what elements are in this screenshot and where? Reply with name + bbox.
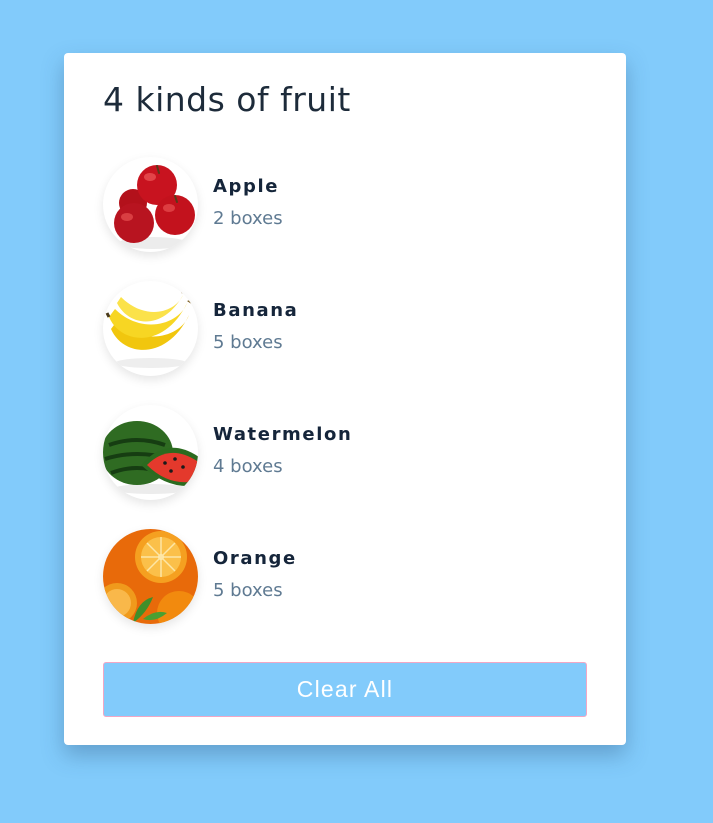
fruit-item-banana[interactable]: Banana 5 boxes [103, 281, 583, 377]
orange-icon [103, 529, 198, 624]
card-title: 4 kinds of fruit [103, 80, 351, 119]
fruit-quantity: 2 boxes [213, 208, 283, 229]
fruit-name: Banana [213, 300, 299, 321]
apple-icon [103, 157, 198, 252]
fruit-quantity: 4 boxes [213, 456, 283, 477]
clear-all-button[interactable]: Clear All [103, 662, 587, 717]
fruit-item-apple[interactable]: Apple 2 boxes [103, 157, 583, 253]
banana-icon [103, 281, 198, 376]
fruit-item-orange[interactable]: Orange 5 boxes [103, 529, 583, 625]
fruit-name: Apple [213, 176, 280, 197]
fruit-name: Orange [213, 548, 297, 569]
fruit-name: Watermelon [213, 424, 353, 445]
watermelon-icon [103, 405, 198, 500]
fruit-quantity: 5 boxes [213, 332, 283, 353]
fruit-item-watermelon[interactable]: Watermelon 4 boxes [103, 405, 583, 501]
fruit-quantity: 5 boxes [213, 580, 283, 601]
fruit-card: 4 kinds of fruit Apple 2 boxes Banana 5 … [64, 53, 626, 745]
